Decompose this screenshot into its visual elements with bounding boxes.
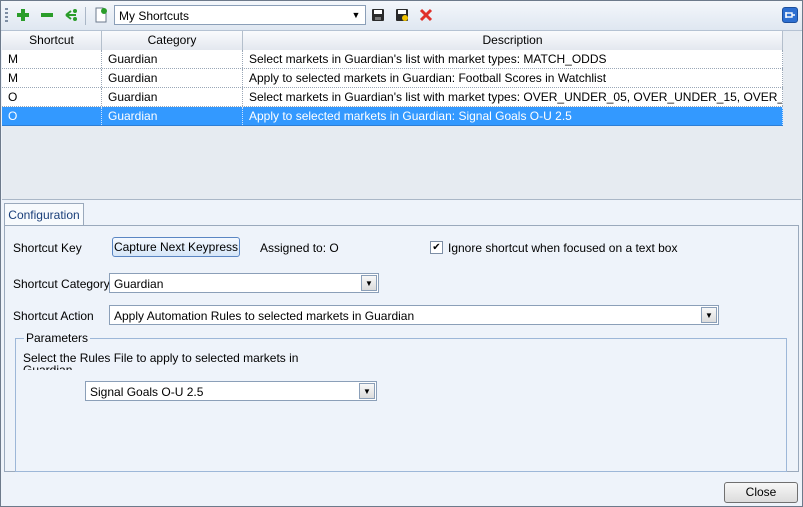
row-description: Select markets in Guardian's list with m…: [243, 88, 783, 106]
shortcuts-select[interactable]: My Shortcuts ▼: [114, 5, 366, 25]
row-category: Guardian: [102, 107, 243, 125]
row-category: Guardian: [102, 69, 243, 87]
grid-header: Shortcut Category Description: [2, 31, 783, 51]
ignore-shortcut-label: Ignore shortcut when focused on a text b…: [448, 241, 678, 255]
checkmark-icon: ✔: [432, 241, 441, 253]
shortcut-action-select[interactable]: Apply Automation Rules to selected marke…: [109, 305, 719, 325]
tab-configuration[interactable]: Configuration: [4, 203, 84, 225]
column-header-category[interactable]: Category: [102, 31, 243, 50]
row-description: Select markets in Guardian's list with m…: [243, 50, 783, 68]
close-button[interactable]: Close: [724, 482, 798, 503]
row-description: Apply to selected markets in Guardian: S…: [243, 107, 783, 125]
row-shortcut: O: [2, 107, 102, 125]
parameters-group: Parameters Select the Rules File to appl…: [15, 331, 787, 472]
table-row[interactable]: O Guardian Select markets in Guardian's …: [2, 88, 783, 107]
remove-icon[interactable]: [38, 6, 56, 24]
table-row[interactable]: M Guardian Select markets in Guardian's …: [2, 50, 783, 69]
assigned-to-label: Assigned to: O: [260, 241, 339, 255]
column-header-shortcut[interactable]: Shortcut: [2, 31, 102, 50]
row-description: Apply to selected markets in Guardian: F…: [243, 69, 783, 87]
shortcut-category-label: Shortcut Category: [13, 277, 110, 291]
ignore-shortcut-checkbox[interactable]: ✔: [430, 241, 443, 254]
parameters-title: Parameters: [24, 331, 91, 345]
bottom-bar: Close: [1, 475, 802, 506]
tab-area: Configuration Shortcut Key Capture Next …: [2, 200, 801, 474]
chevron-down-icon[interactable]: ▼: [349, 8, 363, 22]
row-shortcut: O: [2, 88, 102, 106]
shortcut-key-label: Shortcut Key: [13, 241, 82, 255]
capture-keypress-button[interactable]: Capture Next Keypress: [112, 237, 240, 257]
delete-icon[interactable]: [417, 6, 435, 24]
shortcut-action-value: Apply Automation Rules to selected marke…: [114, 309, 415, 323]
toolbar-separator: [85, 7, 86, 25]
table-row-selected[interactable]: O Guardian Apply to selected markets in …: [2, 107, 783, 126]
add-icon[interactable]: [14, 6, 32, 24]
save-icon[interactable]: [369, 6, 387, 24]
configuration-panel: Shortcut Key Capture Next Keypress Assig…: [4, 225, 799, 472]
new-document-icon[interactable]: [92, 6, 110, 24]
shortcuts-grid: Shortcut Category Description M Guardian…: [2, 31, 801, 200]
row-shortcut: M: [2, 50, 102, 68]
shortcut-category-value: Guardian: [114, 277, 164, 291]
parameters-description: Select the Rules File to apply to select…: [23, 352, 299, 370]
save-as-icon[interactable]: [393, 6, 411, 24]
shortcut-category-select[interactable]: Guardian ▼: [109, 273, 379, 293]
chevron-down-icon[interactable]: ▼: [361, 275, 377, 291]
rules-file-select[interactable]: Signal Goals O-U 2.5 ▼: [85, 381, 377, 401]
rules-file-value: Signal Goals O-U 2.5: [90, 385, 204, 399]
column-header-description[interactable]: Description: [243, 31, 783, 50]
row-shortcut: M: [2, 69, 102, 87]
chevron-down-icon[interactable]: ▼: [701, 307, 717, 323]
shortcuts-select-value: My Shortcuts: [119, 9, 190, 23]
table-row[interactable]: M Guardian Apply to selected markets in …: [2, 69, 783, 88]
pin-icon[interactable]: [782, 7, 798, 23]
link-icon[interactable]: [62, 6, 80, 24]
row-category: Guardian: [102, 88, 243, 106]
row-category: Guardian: [102, 50, 243, 68]
toolbar: My Shortcuts ▼: [1, 1, 802, 31]
shortcuts-window: My Shortcuts ▼ Shortcut Category Descrip…: [0, 0, 803, 507]
shortcut-action-label: Shortcut Action: [13, 309, 94, 323]
chevron-down-icon[interactable]: ▼: [359, 383, 375, 399]
toolbar-grip[interactable]: [5, 8, 8, 24]
